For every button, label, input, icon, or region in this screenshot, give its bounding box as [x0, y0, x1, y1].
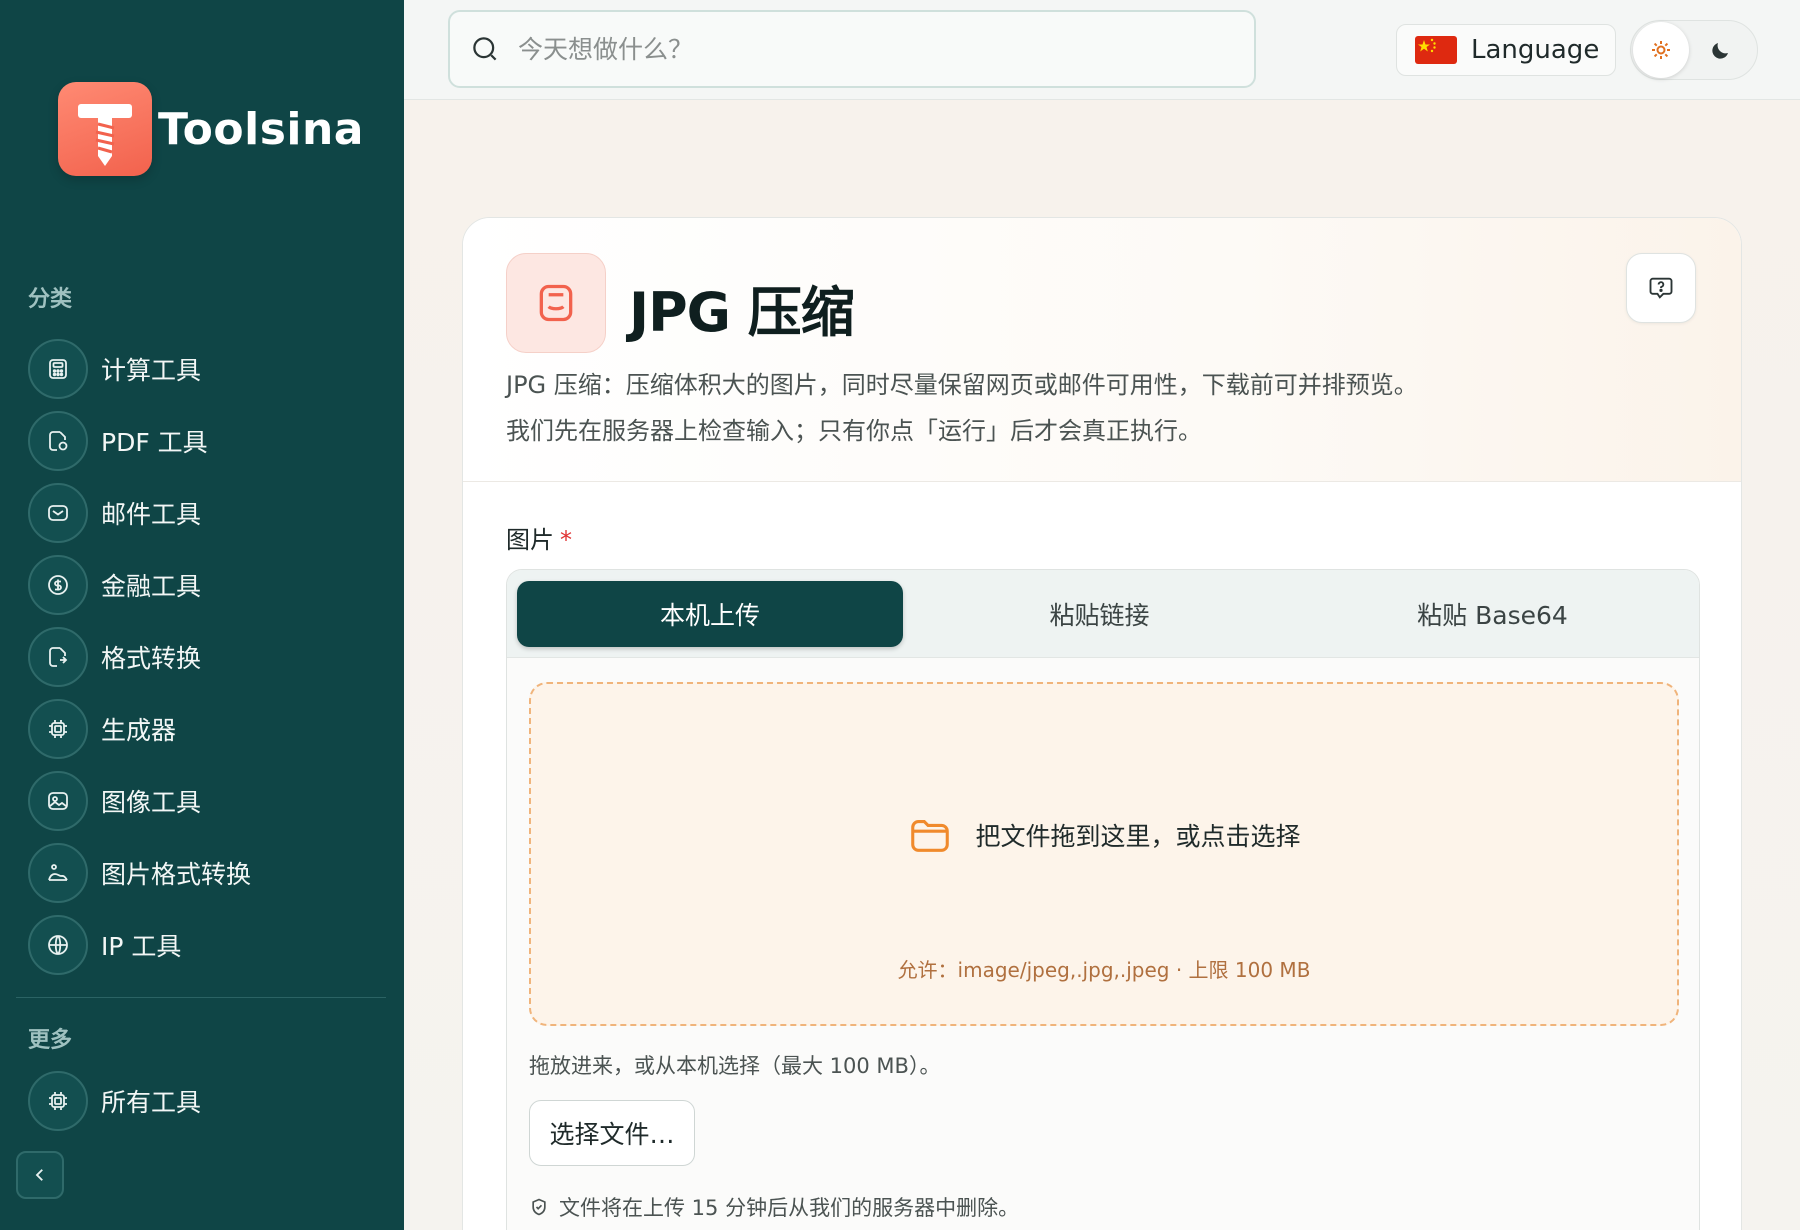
language-label: Language — [1471, 35, 1600, 65]
help-button[interactable] — [1626, 253, 1696, 323]
file-dropzone[interactable]: 把文件拖到这里，或点击选择 允许：image/jpeg,.jpg,.jpeg ·… — [529, 682, 1679, 1026]
chip-icon — [28, 699, 88, 759]
tool-description-2: 我们先在服务器上检查输入；只有你点「运行」后才会真正执行。 — [506, 417, 1202, 445]
sidebar-item-all-tools[interactable]: 所有工具 — [28, 1065, 201, 1137]
sidebar-item-label: PDF 工具 — [101, 428, 208, 457]
calculator-icon — [28, 339, 88, 399]
sidebar-item-finance[interactable]: 金融工具 — [28, 549, 251, 621]
sidebar-item-ip[interactable]: IP 工具 — [28, 909, 251, 981]
light-theme-button[interactable] — [1633, 22, 1689, 78]
compress-image-icon — [506, 253, 606, 353]
tab-paste-base64[interactable]: 粘贴 Base64 — [1296, 581, 1689, 647]
sidebar-item-label: 图片格式转换 — [101, 860, 252, 889]
image-icon — [28, 771, 88, 831]
collapse-sidebar-button[interactable] — [16, 1151, 64, 1199]
image-input-panel: 本机上传 粘贴链接 粘贴 Base64 把文件拖到这里，或点击选择 允许：ima… — [506, 569, 1700, 1230]
image-label-text: 图片 — [506, 526, 554, 554]
image-convert-icon — [28, 843, 88, 903]
sidebar-divider — [16, 997, 386, 998]
globe-icon — [28, 915, 88, 975]
dark-theme-button[interactable] — [1693, 22, 1749, 78]
sidebar-item-label: 生成器 — [101, 716, 177, 745]
categories-heading: 分类 — [28, 287, 73, 312]
top-bar: Language — [404, 0, 1800, 100]
china-flag-icon — [1415, 36, 1457, 64]
sidebar-item-calculator[interactable]: 计算工具 — [28, 333, 251, 405]
theme-toggle — [1630, 20, 1758, 80]
chip-icon — [28, 1071, 88, 1131]
sidebar: Toolsina 分类 计算工具 PDF 工具 邮件工具 金融工具 格式转换 生… — [0, 0, 404, 1230]
more-nav: 所有工具 — [28, 1065, 201, 1137]
sidebar-item-label: 金融工具 — [101, 572, 202, 601]
search-input[interactable] — [518, 34, 1218, 64]
brand-name: Toolsina — [158, 103, 364, 155]
delete-notice: 文件将在上传 15 分钟后从我们的服务器中删除。 — [529, 1192, 1019, 1222]
brand-logo[interactable]: Toolsina — [58, 82, 364, 176]
mail-icon — [28, 483, 88, 543]
sidebar-item-image-tools[interactable]: 图像工具 — [28, 765, 251, 837]
pdf-file-icon — [28, 411, 88, 471]
shield-check-icon — [532, 1198, 546, 1216]
sidebar-item-label: 格式转换 — [101, 644, 202, 673]
sidebar-item-format-convert[interactable]: 格式转换 — [28, 621, 251, 693]
upload-hint: 拖放进来，或从本机选择（最大 100 MB）。 — [529, 1054, 941, 1078]
dollar-icon — [28, 555, 88, 615]
search-icon — [473, 37, 497, 61]
convert-file-icon — [28, 627, 88, 687]
tool-header: JPG 压缩 JPG 压缩：压缩体积大的图片，同时尽量保留网页或邮件可用性，下载… — [463, 218, 1741, 482]
choose-file-button[interactable]: 选择文件… — [529, 1100, 695, 1166]
more-heading: 更多 — [28, 1028, 73, 1053]
help-chat-icon — [1649, 277, 1673, 299]
sidebar-item-label: 计算工具 — [101, 356, 202, 385]
dropzone-text: 把文件拖到这里，或点击选择 — [975, 822, 1301, 851]
tab-local-upload[interactable]: 本机上传 — [517, 580, 903, 647]
sidebar-item-mail[interactable]: 邮件工具 — [28, 477, 251, 549]
dropzone-allowed-types: 允许：image/jpeg,.jpg,.jpeg · 上限 100 MB — [897, 958, 1311, 982]
language-button[interactable]: Language — [1396, 24, 1616, 76]
tool-card: JPG 压缩 JPG 压缩：压缩体积大的图片，同时尽量保留网页或邮件可用性，下载… — [462, 217, 1742, 1230]
sidebar-item-label: 所有工具 — [101, 1088, 202, 1117]
sidebar-item-generator[interactable]: 生成器 — [28, 693, 251, 765]
sun-icon — [1652, 41, 1670, 59]
sidebar-item-pdf[interactable]: PDF 工具 — [28, 405, 251, 477]
category-nav: 计算工具 PDF 工具 邮件工具 金融工具 格式转换 生成器 图像工具 图片格式… — [28, 333, 251, 981]
chevron-left-icon — [35, 1169, 43, 1181]
tab-paste-link[interactable]: 粘贴链接 — [903, 581, 1296, 647]
sidebar-item-label: 图像工具 — [101, 788, 202, 817]
required-mark: * — [560, 526, 572, 554]
search-box[interactable] — [448, 10, 1256, 88]
image-field-label: 图片 * — [506, 520, 572, 555]
folder-icon — [911, 820, 950, 852]
sidebar-item-label: 邮件工具 — [101, 500, 202, 529]
delete-notice-text: 文件将在上传 15 分钟后从我们的服务器中删除。 — [559, 1196, 1020, 1220]
input-mode-tabs: 本机上传 粘贴链接 粘贴 Base64 — [507, 570, 1699, 658]
tool-description-1: JPG 压缩：压缩体积大的图片，同时尽量保留网页或邮件可用性，下载前可并排预览。 — [506, 371, 1418, 399]
page-title: JPG 压缩 — [629, 281, 855, 344]
sidebar-item-image-convert[interactable]: 图片格式转换 — [28, 837, 251, 909]
sidebar-item-label: IP 工具 — [101, 932, 182, 961]
logo-icon — [58, 82, 152, 176]
dropzone-prompt: 把文件拖到这里，或点击选择 — [531, 812, 1677, 858]
moon-icon — [1712, 43, 1728, 59]
